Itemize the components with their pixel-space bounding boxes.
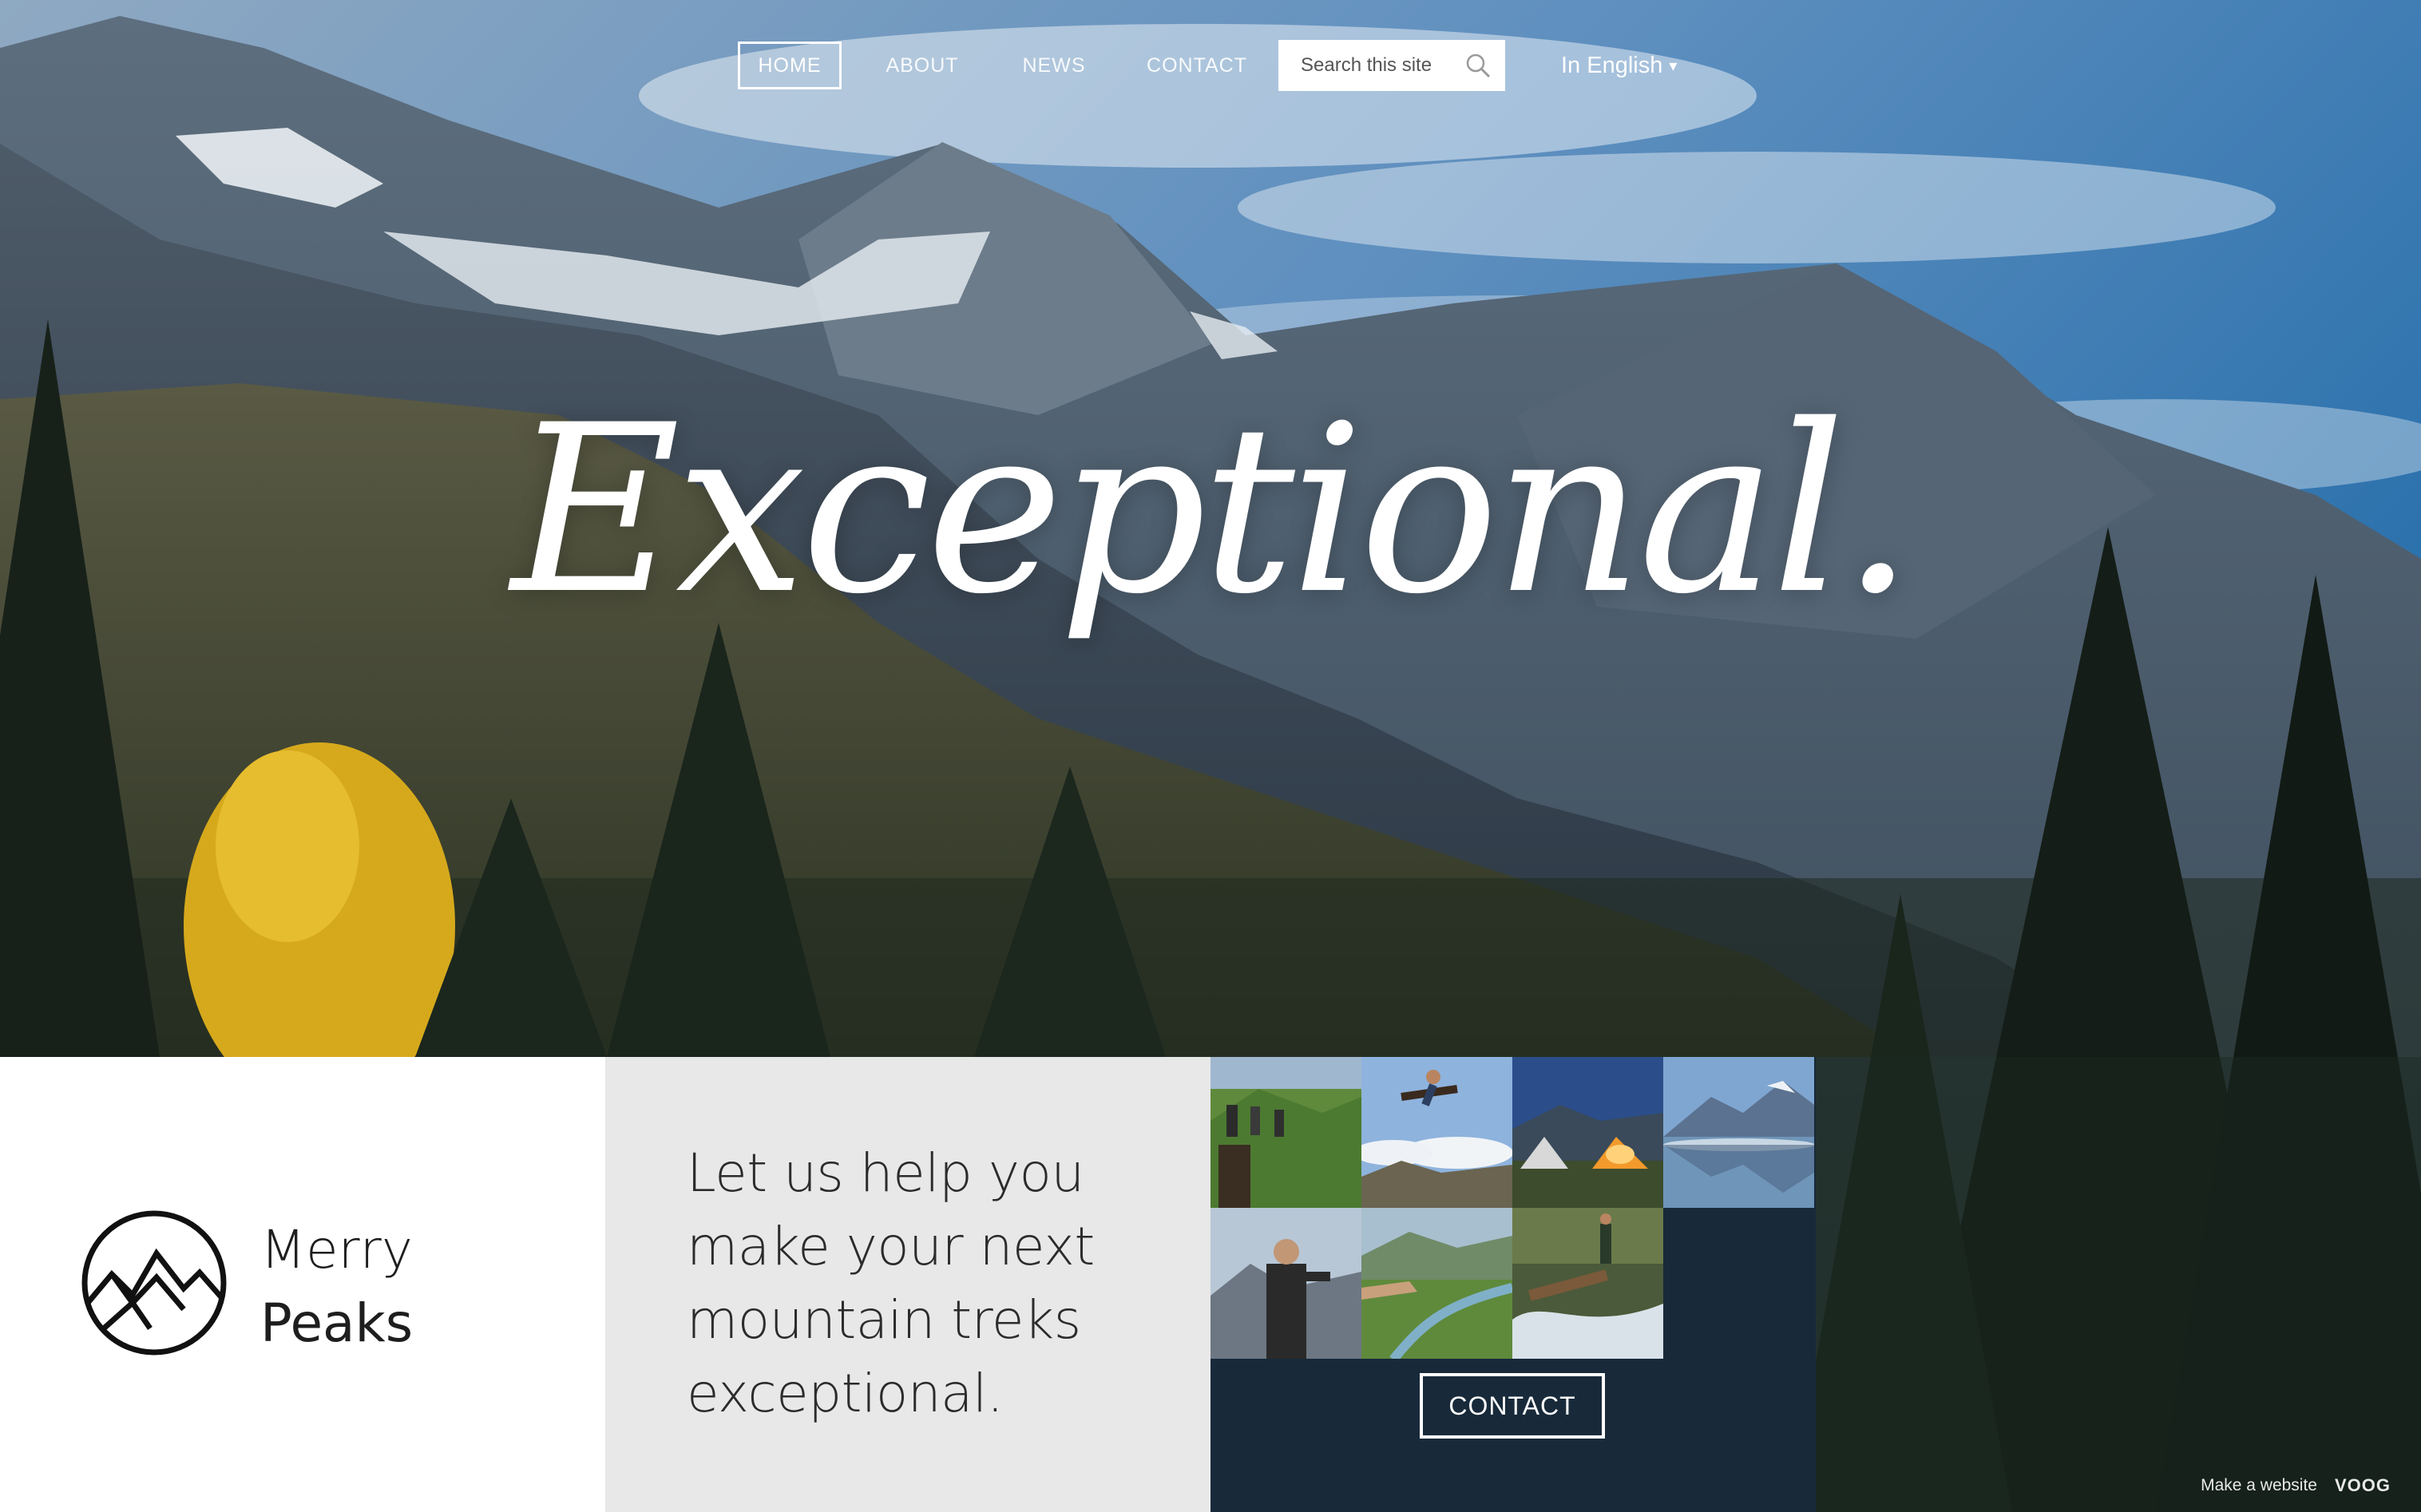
brand-name-line2: Peaks (260, 1292, 414, 1354)
voog-logo-icon: VOOG (2334, 1475, 2391, 1495)
gallery-photo-valley[interactable] (1361, 1208, 1512, 1359)
site-credit[interactable]: Make a website VOOG (2201, 1475, 2391, 1496)
gallery-photo-tents[interactable] (1512, 1057, 1663, 1208)
mountain-logo-icon (81, 1210, 227, 1356)
nav-about[interactable]: ABOUT (886, 42, 957, 89)
hero-title: Exceptional. (511, 376, 1914, 645)
nav-contact[interactable]: CONTACT (1147, 42, 1246, 89)
main-nav: HOME ABOUT NEWS CONTACT In English ▾ (738, 40, 1677, 91)
photo-gallery (1210, 1057, 1816, 1360)
chevron-down-icon: ▾ (1669, 57, 1678, 75)
search-box[interactable] (1278, 40, 1505, 91)
gallery-panel: CONTACT (1210, 1057, 1816, 1512)
search-icon[interactable] (1462, 49, 1494, 81)
brand-panel: Merry Peaks (0, 1057, 605, 1512)
gallery-photo-man[interactable] (1210, 1208, 1361, 1359)
brand-name-line1: Merry (260, 1219, 413, 1280)
tagline-text: Let us help you make your next mountain … (687, 1142, 1095, 1424)
tagline-panel: Let us help you make your next mountain … (605, 1057, 1210, 1512)
credit-text: Make a website (2201, 1476, 2317, 1494)
contact-button[interactable]: CONTACT (1420, 1373, 1605, 1439)
language-selector[interactable]: In English ▾ (1561, 53, 1677, 79)
search-input[interactable] (1299, 53, 1462, 77)
nav-home[interactable]: HOME (738, 42, 842, 89)
brand-name: Merry Peaks (260, 1213, 413, 1360)
language-label: In English (1561, 52, 1663, 78)
gallery-photo-stream[interactable] (1512, 1208, 1663, 1359)
gallery-photo-jump[interactable] (1361, 1057, 1512, 1208)
gallery-photo-lake[interactable] (1663, 1057, 1814, 1208)
gallery-photo-hikers[interactable] (1210, 1057, 1361, 1208)
nav-news[interactable]: NEWS (1023, 42, 1085, 89)
